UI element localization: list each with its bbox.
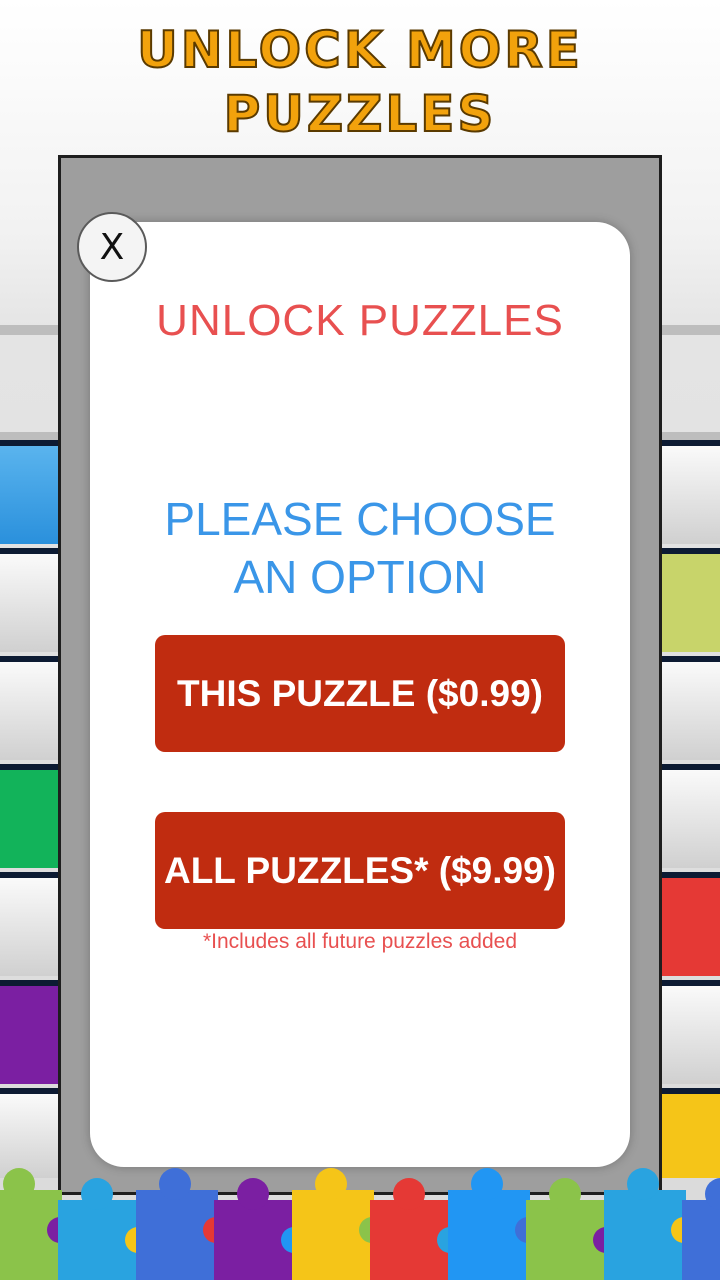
tile xyxy=(0,548,60,652)
footnote: *Includes all future puzzles added xyxy=(202,930,518,953)
tile xyxy=(660,548,720,652)
puzzle-knob xyxy=(237,1178,269,1210)
puzzle-piece xyxy=(682,1200,720,1280)
choose-prompt: PLEASE CHOOSE AN OPTION xyxy=(164,493,556,603)
tile xyxy=(0,764,60,868)
puzzle-knob xyxy=(549,1178,581,1210)
puzzle-pieces-icon xyxy=(0,1168,720,1280)
puzzle-knob xyxy=(159,1168,191,1200)
page-title: UNLOCK MORE PUZZLES xyxy=(136,20,583,144)
puzzle-knob xyxy=(315,1168,347,1200)
tile xyxy=(0,980,60,1084)
buy-this-puzzle-button[interactable]: THIS PUZZLE ($0.99) xyxy=(155,635,565,752)
tile xyxy=(660,764,720,868)
tile xyxy=(660,872,720,976)
dialog-title: UNLOCK PUZZLES xyxy=(156,296,564,345)
puzzle-knob xyxy=(81,1178,113,1210)
puzzle-knob xyxy=(393,1178,425,1210)
tile xyxy=(660,980,720,1084)
tile xyxy=(660,656,720,760)
tile xyxy=(660,440,720,544)
puzzle-knob xyxy=(471,1168,503,1200)
buy-all-puzzles-button[interactable]: ALL PUZZLES* ($9.99) xyxy=(155,812,565,929)
tile xyxy=(0,872,60,976)
puzzle-knob xyxy=(627,1168,659,1200)
tile xyxy=(0,656,60,760)
tile xyxy=(0,440,60,544)
close-button[interactable]: X xyxy=(77,212,147,282)
puzzle-pieces-decoration xyxy=(0,1160,720,1280)
puzzle-knob xyxy=(3,1168,35,1200)
